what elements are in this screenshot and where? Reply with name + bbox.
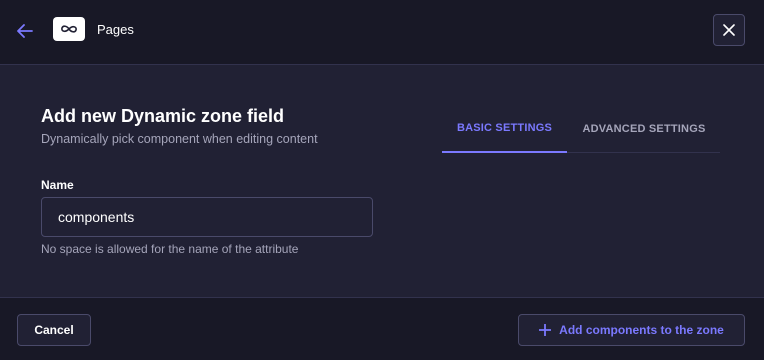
arrow-left-icon [17, 24, 33, 38]
dynamic-zone-type-badge [53, 17, 85, 41]
tab-basic-settings[interactable]: BASIC SETTINGS [442, 108, 567, 153]
tab-advanced-settings[interactable]: ADVANCED SETTINGS [573, 108, 715, 153]
modal-header: Pages [0, 0, 764, 65]
add-components-label: Add components to the zone [559, 323, 724, 337]
modal-subtitle: Dynamically pick component when editing … [41, 132, 318, 146]
dynamic-zone-icon [61, 25, 77, 33]
name-field-hint: No space is allowed for the name of the … [41, 242, 299, 256]
header-title: Pages [97, 22, 134, 37]
close-button[interactable] [713, 14, 745, 46]
back-button[interactable] [14, 20, 36, 42]
settings-tabs: BASIC SETTINGS ADVANCED SETTINGS [442, 108, 720, 153]
modal-footer: Cancel Add components to the zone [0, 297, 764, 360]
add-components-button[interactable]: Add components to the zone [518, 314, 745, 346]
modal-title: Add new Dynamic zone field [41, 106, 285, 126]
close-icon [723, 24, 735, 36]
name-input[interactable] [41, 197, 373, 237]
cancel-button[interactable]: Cancel [17, 314, 91, 346]
name-field-label: Name [41, 178, 74, 192]
plus-icon [539, 324, 552, 336]
